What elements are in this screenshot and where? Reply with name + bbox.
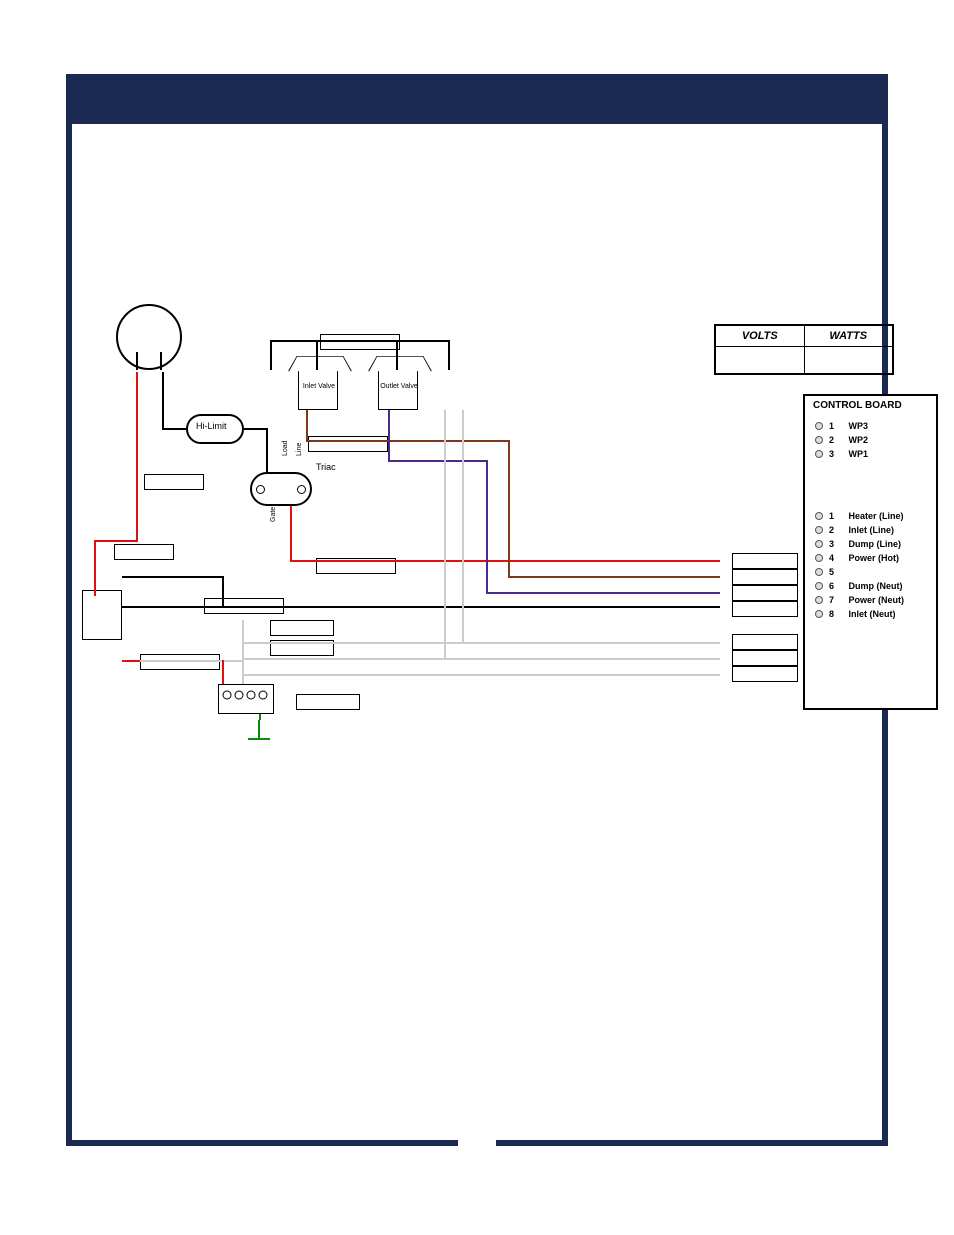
wire-tag [114,544,174,560]
wire-white [462,410,464,642]
cb-row-inlet-line: 2 Inlet (Line) [805,523,936,537]
wire-tag [270,620,334,636]
wire-black [162,428,186,430]
outlet-valve-label: Outlet Valve [379,383,419,391]
wire-red [94,540,138,542]
wire-purple [388,410,390,460]
power-switch-icon [82,590,122,640]
triac-load-label: Load [282,440,289,456]
terminal-dot-icon [815,596,823,604]
connector-stub [732,585,798,601]
cb-row-5: 5 [805,565,936,579]
volts-header: VOLTS [716,326,805,346]
connector-stub [732,634,798,650]
cb-row-power-hot: 4 Power (Hot) [805,551,936,565]
cb-row-power-neut: 7 Power (Neut) [805,593,936,607]
watts-cell [805,347,893,373]
connector-stub [732,553,798,569]
terminal-dot-icon [815,422,823,430]
terminal-dot-icon [815,568,823,576]
triac-terminal-icon [297,485,306,494]
cb-row-heater-line: 1 Heater (Line) [805,509,936,523]
wire-black [270,340,450,342]
wire-tag [296,694,360,710]
triac-label: Triac [316,462,336,472]
wire-red [122,660,140,662]
wire-brown [508,440,510,576]
cb-row-dump-neut: 6 Dump (Neut) [805,579,936,593]
wire-white [122,660,242,662]
wire-black [162,372,164,428]
wire-white [242,658,720,660]
wire-purple [486,460,488,592]
wire-purple [486,592,720,594]
wire-brown [306,410,308,440]
wire-tag [308,436,388,452]
cb-row-wp2: 2 WP2 [805,433,936,447]
wire-black [316,340,318,370]
wire-tag [320,334,400,350]
watts-header: WATTS [805,326,893,346]
connector-stub [732,601,798,617]
wire-white [242,642,720,644]
triac-icon [250,472,312,506]
control-board-top-rows: 1 WP3 2 WP2 3 WP1 [805,419,936,461]
outlet-valve-icon: Outlet Valve [378,370,418,410]
wire-white [242,674,720,676]
terminal-dot-icon [815,436,823,444]
wire-black [266,428,268,472]
triac-terminal-icon [256,485,265,494]
control-board-title: CONTROL BOARD [805,396,936,419]
wire-tag [140,654,220,670]
connector-stub [732,666,798,682]
wire-black [448,340,450,370]
wire-red [136,372,138,428]
wire-black [122,606,720,608]
wire-tag [144,474,204,490]
terminal-screws-icon [219,685,275,715]
wire-brown [508,576,720,578]
title-bar [72,80,882,124]
terminal-dot-icon [815,540,823,548]
wire-purple [388,460,488,462]
cb-row-dump-line: 3 Dump (Line) [805,537,936,551]
terminal-dot-icon [815,582,823,590]
terminal-block-icon [218,684,274,714]
connector-stub [732,650,798,666]
wire-black [270,340,272,370]
wire-black [122,576,222,578]
control-board: CONTROL BOARD 1 WP3 2 WP2 3 WP1 1 Heater… [803,394,938,710]
hi-limit-label: Hi-Limit [196,421,227,431]
wire-black [244,428,268,430]
wire-black [222,576,224,606]
cb-row-wp1: 3 WP1 [805,447,936,461]
wire-black [396,340,398,370]
cb-row-wp3: 1 WP3 [805,419,936,433]
triac-line-label: Line [296,443,303,456]
wire-red [94,540,96,596]
terminal-dot-icon [815,512,823,520]
inlet-valve-icon: Inlet Valve [298,370,338,410]
control-board-bottom-rows: 1 Heater (Line) 2 Inlet (Line) 3 Dump (L… [805,509,936,621]
volts-cell [716,347,805,373]
wire-red [290,506,292,562]
heater-element-icon [116,304,182,370]
wire-green [259,714,261,720]
inlet-valve-label: Inlet Valve [299,383,339,391]
wire-red [136,428,138,540]
cb-row-inlet-neut: 8 Inlet (Neut) [805,607,936,621]
ground-symbol-icon [258,720,260,738]
terminal-dot-icon [815,554,823,562]
volts-watts-table: VOLTS WATTS [714,324,894,375]
wire-red [290,560,720,562]
terminal-dot-icon [815,610,823,618]
terminal-dot-icon [815,526,823,534]
wire-red [222,660,224,684]
terminal-dot-icon [815,450,823,458]
connector-stub [732,569,798,585]
wire-brown [306,440,510,442]
frame-split [458,1140,496,1146]
triac-gate-label: Gate [270,507,277,522]
wire-white [444,410,446,658]
